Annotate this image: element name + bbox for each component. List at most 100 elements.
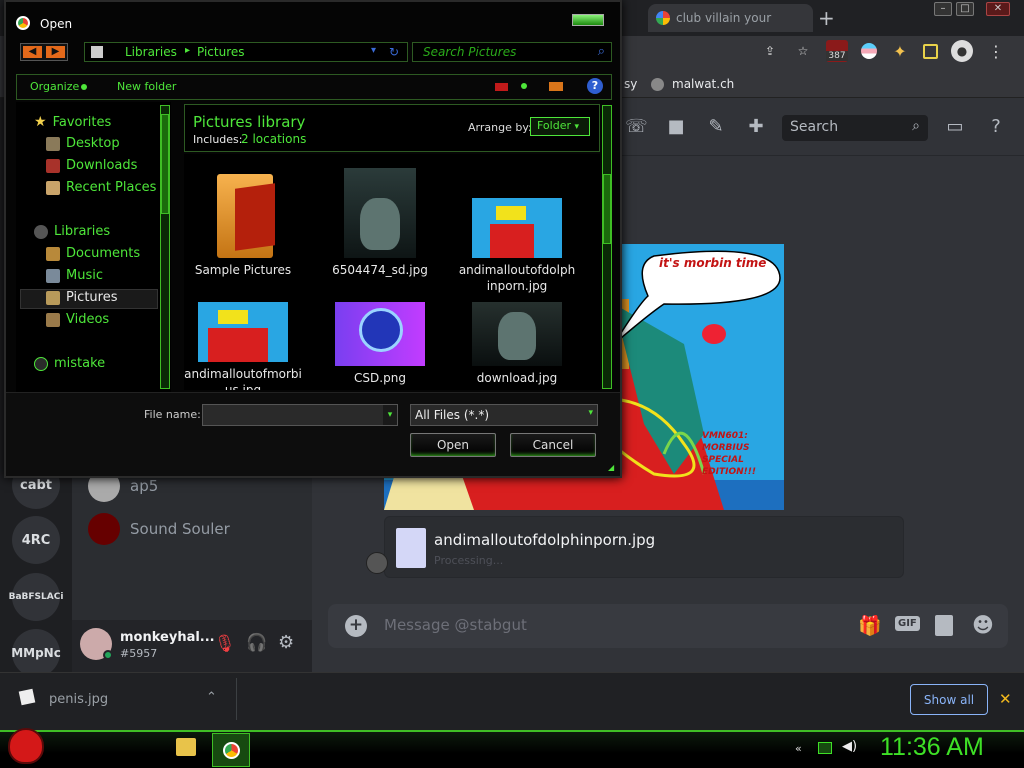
file-item-6504474-sd[interactable]: 6504474_sd.jpg bbox=[315, 168, 445, 278]
emoji-icon[interactable]: ☻ bbox=[972, 613, 994, 637]
mute-mic-icon[interactable]: 🎙 bbox=[214, 634, 236, 654]
downloaded-file-name[interactable]: penis.jpg bbox=[49, 692, 108, 707]
voice-call-icon[interactable]: ☏ bbox=[625, 116, 648, 138]
forward-arrow-icon[interactable]: ▶ bbox=[46, 46, 65, 58]
volume-icon[interactable]: ◀) bbox=[842, 739, 857, 754]
chrome-menu-icon[interactable]: ⋮ bbox=[986, 41, 1006, 61]
inbox-icon[interactable]: ▭ bbox=[944, 116, 966, 138]
nav-videos[interactable]: Videos bbox=[46, 312, 109, 327]
download-bar bbox=[0, 672, 1024, 730]
extensions-puzzle-icon[interactable]: ✦ bbox=[890, 41, 910, 61]
sidebar-icon[interactable] bbox=[923, 43, 938, 59]
taskbar-chrome-button[interactable] bbox=[212, 733, 250, 767]
bookmark-sy[interactable]: sy bbox=[624, 77, 637, 91]
nav-documents[interactable]: Documents bbox=[46, 246, 140, 261]
help-icon[interactable]: ? bbox=[985, 116, 1007, 138]
headphones-icon[interactable]: 🎧 bbox=[246, 633, 267, 653]
back-arrow-icon[interactable]: ◀ bbox=[23, 46, 42, 58]
chevron-down-icon[interactable]: ▾ bbox=[383, 405, 397, 425]
file-type-select[interactable]: All Files (*.*) ▾ bbox=[410, 404, 598, 426]
chevron-down-icon: ▾ bbox=[574, 122, 580, 132]
bookmark-star-icon[interactable]: ☆ bbox=[793, 41, 813, 61]
includes-locations-link[interactable]: 2 locations bbox=[241, 132, 306, 146]
bookmark-malwatch[interactable]: malwat.ch bbox=[672, 77, 734, 91]
attach-plus-icon[interactable]: + bbox=[345, 615, 367, 637]
show-all-button[interactable]: Show all bbox=[910, 684, 988, 715]
server-icon-4rc[interactable]: 4RC bbox=[12, 516, 60, 564]
close-window-icon[interactable]: ✕ bbox=[986, 2, 1010, 16]
file-item-morbius[interactable]: andimalloutofmorbius.jpg bbox=[184, 302, 308, 390]
new-folder-button[interactable]: New folder bbox=[117, 80, 176, 93]
file-explorer-icon[interactable] bbox=[176, 738, 196, 756]
server-icon-mmpnc[interactable]: MMpNc bbox=[11, 629, 61, 677]
nav-downloads[interactable]: Downloads bbox=[46, 158, 137, 173]
breadcrumb-libraries[interactable]: Libraries bbox=[125, 45, 177, 59]
browser-tab[interactable]: club villain your bbox=[648, 4, 813, 32]
video-call-icon[interactable]: ■ bbox=[665, 116, 687, 138]
new-tab-button[interactable]: + bbox=[818, 6, 835, 30]
address-bar[interactable]: Libraries ▸ Pictures ▾ ↻ bbox=[84, 42, 408, 62]
file-item-csd[interactable]: CSD.png bbox=[315, 302, 445, 386]
file-item-sample-pictures[interactable]: Sample Pictures bbox=[184, 168, 308, 278]
filename-input[interactable]: ▾ bbox=[202, 404, 398, 426]
breadcrumb-pictures[interactable]: Pictures bbox=[197, 45, 245, 59]
pin-icon[interactable]: ✎ bbox=[705, 116, 727, 138]
resize-grip-icon[interactable]: ◢ bbox=[608, 463, 614, 472]
star-icon: ★ bbox=[34, 114, 47, 130]
recent-places-icon bbox=[46, 180, 60, 195]
nav-mistake[interactable]: mistake bbox=[34, 356, 105, 371]
extension-badge: 387 bbox=[826, 51, 848, 61]
close-download-bar-icon[interactable]: ✕ bbox=[999, 690, 1012, 708]
dialog-close-icon[interactable] bbox=[572, 14, 604, 26]
discord-user-panel: monkeyhal... #5957 🎙 🎧 ⚙ bbox=[72, 620, 312, 672]
preview-pane-icon[interactable] bbox=[549, 82, 563, 91]
taskbar-clock[interactable]: 11:36 AM bbox=[880, 733, 984, 762]
dm-item-sound-souler[interactable]: Sound Souler bbox=[88, 513, 230, 545]
start-button-angry-bird-icon[interactable] bbox=[8, 728, 44, 764]
network-icon[interactable] bbox=[818, 742, 832, 754]
address-dropdown-icon[interactable]: ▾ bbox=[371, 45, 376, 56]
gift-icon[interactable]: 🎁 bbox=[858, 614, 882, 637]
refresh-icon[interactable]: ↻ bbox=[389, 45, 399, 59]
file-item-dolphin[interactable]: andimalloutofdolphinporn.jpg bbox=[452, 168, 582, 294]
files-scrollbar[interactable] bbox=[602, 105, 612, 389]
nav-pictures[interactable]: Pictures bbox=[46, 290, 117, 305]
account-avatar-icon[interactable]: ● bbox=[951, 40, 973, 62]
arrange-label: Arrange by: bbox=[468, 121, 532, 134]
profile-flag-icon[interactable] bbox=[861, 43, 877, 59]
divider bbox=[236, 678, 237, 720]
ublock-icon[interactable]: 387 bbox=[826, 40, 848, 62]
nav-favorites[interactable]: ★ Favorites bbox=[34, 114, 111, 130]
chevron-up-icon[interactable]: ⌃ bbox=[206, 690, 217, 705]
nav-desktop[interactable]: Desktop bbox=[46, 136, 120, 151]
share-icon[interactable]: ⇪ bbox=[760, 41, 780, 61]
discord-search-input[interactable]: Search ⌕ bbox=[782, 115, 928, 141]
file-type-value: All Files (*.*) bbox=[415, 408, 490, 422]
dm-name: Sound Souler bbox=[130, 520, 230, 538]
message-input[interactable]: + Message @stabgut 🎁 GIF ☻ bbox=[328, 604, 1008, 648]
nav-recent-places[interactable]: Recent Places bbox=[46, 180, 156, 195]
open-button[interactable]: Open bbox=[410, 433, 496, 457]
nav-scrollbar-thumb[interactable] bbox=[161, 114, 169, 214]
file-item-download[interactable]: download.jpg bbox=[452, 302, 582, 386]
maximize-icon[interactable]: □ bbox=[956, 2, 974, 16]
files-scrollbar-thumb[interactable] bbox=[603, 174, 611, 244]
organize-button[interactable]: Organize bbox=[30, 80, 79, 93]
nav-music[interactable]: Music bbox=[46, 268, 103, 283]
tray-arrow-icon[interactable]: « bbox=[795, 742, 802, 755]
image-thumbnail bbox=[335, 302, 425, 366]
nav-libraries[interactable]: Libraries bbox=[34, 224, 110, 239]
gif-button[interactable]: GIF bbox=[895, 616, 920, 631]
minimize-icon[interactable]: – bbox=[934, 2, 952, 16]
upload-file-name[interactable]: andimalloutofdolphinporn.jpg bbox=[434, 531, 655, 549]
views-icon[interactable] bbox=[495, 83, 508, 91]
search-pictures-input[interactable]: Search Pictures ⌕ bbox=[412, 42, 612, 62]
settings-gear-icon[interactable]: ⚙ bbox=[278, 632, 294, 653]
server-icon-babfslaci[interactable]: BaBFSLACi bbox=[9, 573, 63, 621]
help-icon[interactable]: ? bbox=[587, 78, 603, 94]
sticker-icon[interactable] bbox=[935, 615, 953, 636]
add-friend-icon[interactable]: ✚ bbox=[745, 116, 767, 138]
cancel-button[interactable]: Cancel bbox=[510, 433, 596, 457]
arrange-by-dropdown[interactable]: Folder ▾ bbox=[530, 117, 590, 136]
views-dropdown-icon[interactable] bbox=[521, 83, 527, 89]
